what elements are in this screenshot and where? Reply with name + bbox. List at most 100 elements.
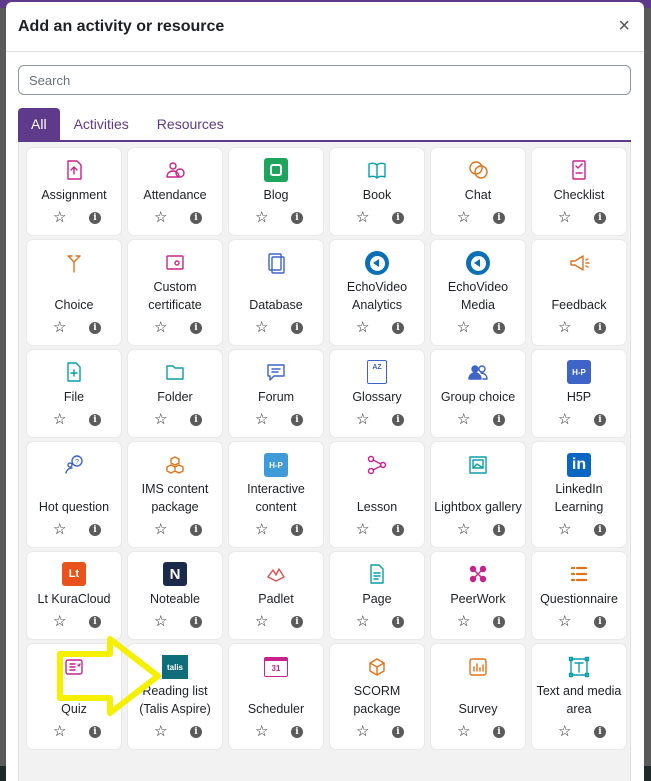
star-icon[interactable]: ☆: [558, 320, 571, 335]
info-icon[interactable]: i: [493, 616, 505, 628]
module-card-lesson[interactable]: Lesson ☆ i: [330, 442, 424, 547]
info-icon[interactable]: i: [594, 524, 606, 536]
info-icon[interactable]: i: [392, 414, 404, 426]
module-card-blog[interactable]: Blog ☆ i: [229, 148, 323, 235]
star-icon[interactable]: ☆: [356, 522, 369, 537]
info-icon[interactable]: i: [291, 414, 303, 426]
star-icon[interactable]: ☆: [154, 412, 167, 427]
module-card-feedback[interactable]: Feedback ☆ i: [532, 240, 626, 345]
star-icon[interactable]: ☆: [457, 320, 470, 335]
module-card-interactive-content[interactable]: H-P Interactive content ☆ i: [229, 442, 323, 547]
module-card-custom-certificate[interactable]: Custom certificate ☆ i: [128, 240, 222, 345]
star-icon[interactable]: ☆: [154, 724, 167, 739]
module-card-page[interactable]: Page ☆ i: [330, 552, 424, 639]
info-icon[interactable]: i: [594, 726, 606, 738]
close-icon[interactable]: ×: [618, 16, 630, 36]
info-icon[interactable]: i: [594, 322, 606, 334]
module-card-chat[interactable]: Chat ☆ i: [431, 148, 525, 235]
info-icon[interactable]: i: [190, 322, 202, 334]
module-card-folder[interactable]: Folder ☆ i: [128, 350, 222, 437]
info-icon[interactable]: i: [493, 212, 505, 224]
star-icon[interactable]: ☆: [255, 614, 268, 629]
info-icon[interactable]: i: [291, 524, 303, 536]
info-icon[interactable]: i: [493, 524, 505, 536]
info-icon[interactable]: i: [392, 616, 404, 628]
star-icon[interactable]: ☆: [154, 614, 167, 629]
star-icon[interactable]: ☆: [53, 614, 66, 629]
module-card-book[interactable]: Book ☆ i: [330, 148, 424, 235]
info-icon[interactable]: i: [89, 524, 101, 536]
star-icon[interactable]: ☆: [558, 724, 571, 739]
star-icon[interactable]: ☆: [356, 614, 369, 629]
module-card-padlet[interactable]: Padlet ☆ i: [229, 552, 323, 639]
module-card-h5p[interactable]: H-P H5P ☆ i: [532, 350, 626, 437]
module-card-forum[interactable]: Forum ☆ i: [229, 350, 323, 437]
module-card-scheduler[interactable]: 31 Scheduler ☆ i: [229, 644, 323, 749]
star-icon[interactable]: ☆: [53, 412, 66, 427]
star-icon[interactable]: ☆: [53, 210, 66, 225]
module-card-hot-question[interactable]: ? Hot question ☆ i: [27, 442, 121, 547]
star-icon[interactable]: ☆: [457, 522, 470, 537]
info-icon[interactable]: i: [190, 212, 202, 224]
star-icon[interactable]: ☆: [255, 724, 268, 739]
star-icon[interactable]: ☆: [356, 320, 369, 335]
module-card-file[interactable]: File ☆ i: [27, 350, 121, 437]
star-icon[interactable]: ☆: [255, 522, 268, 537]
star-icon[interactable]: ☆: [154, 210, 167, 225]
info-icon[interactable]: i: [291, 322, 303, 334]
info-icon[interactable]: i: [392, 524, 404, 536]
module-card-text-and-media-area[interactable]: Text and media area ☆ i: [532, 644, 626, 749]
info-icon[interactable]: i: [594, 616, 606, 628]
module-card-glossary[interactable]: AZ Glossary ☆ i: [330, 350, 424, 437]
star-icon[interactable]: ☆: [457, 412, 470, 427]
module-card-noteable[interactable]: N Noteable ☆ i: [128, 552, 222, 639]
info-icon[interactable]: i: [190, 524, 202, 536]
module-card-attendance[interactable]: Attendance ☆ i: [128, 148, 222, 235]
module-card-echovideo-analytics[interactable]: EchoVideo Analytics ☆ i: [330, 240, 424, 345]
info-icon[interactable]: i: [89, 414, 101, 426]
star-icon[interactable]: ☆: [255, 210, 268, 225]
star-icon[interactable]: ☆: [558, 210, 571, 225]
star-icon[interactable]: ☆: [255, 320, 268, 335]
star-icon[interactable]: ☆: [558, 522, 571, 537]
info-icon[interactable]: i: [190, 726, 202, 738]
module-card-checklist[interactable]: Checklist ☆ i: [532, 148, 626, 235]
info-icon[interactable]: i: [291, 616, 303, 628]
tab-resources[interactable]: Resources: [143, 108, 238, 140]
module-card-linkedin-learning[interactable]: in LinkedIn Learning ☆ i: [532, 442, 626, 547]
star-icon[interactable]: ☆: [356, 412, 369, 427]
star-icon[interactable]: ☆: [154, 320, 167, 335]
info-icon[interactable]: i: [392, 212, 404, 224]
info-icon[interactable]: i: [291, 726, 303, 738]
star-icon[interactable]: ☆: [457, 210, 470, 225]
tab-activities[interactable]: Activities: [60, 108, 143, 140]
module-card-questionnaire[interactable]: Questionnaire ☆ i: [532, 552, 626, 639]
info-icon[interactable]: i: [493, 726, 505, 738]
module-card-scorm-package[interactable]: SCORM package ☆ i: [330, 644, 424, 749]
module-card-lightbox-gallery[interactable]: Lightbox gallery ☆ i: [431, 442, 525, 547]
star-icon[interactable]: ☆: [457, 614, 470, 629]
info-icon[interactable]: i: [392, 726, 404, 738]
module-card-choice[interactable]: Choice ☆ i: [27, 240, 121, 345]
info-icon[interactable]: i: [89, 322, 101, 334]
star-icon[interactable]: ☆: [558, 614, 571, 629]
star-icon[interactable]: ☆: [457, 724, 470, 739]
info-icon[interactable]: i: [594, 414, 606, 426]
tab-all[interactable]: All: [18, 108, 60, 140]
star-icon[interactable]: ☆: [53, 724, 66, 739]
module-card-ims-content-package[interactable]: IMS content package ☆ i: [128, 442, 222, 547]
info-icon[interactable]: i: [190, 414, 202, 426]
star-icon[interactable]: ☆: [356, 210, 369, 225]
info-icon[interactable]: i: [291, 212, 303, 224]
module-card-lt-kuracloud[interactable]: Lt Lt KuraCloud ☆ i: [27, 552, 121, 639]
info-icon[interactable]: i: [392, 322, 404, 334]
info-icon[interactable]: i: [89, 212, 101, 224]
info-icon[interactable]: i: [594, 212, 606, 224]
star-icon[interactable]: ☆: [356, 724, 369, 739]
info-icon[interactable]: i: [493, 414, 505, 426]
star-icon[interactable]: ☆: [53, 522, 66, 537]
star-icon[interactable]: ☆: [558, 412, 571, 427]
info-icon[interactable]: i: [89, 616, 101, 628]
info-icon[interactable]: i: [89, 726, 101, 738]
module-card-peerwork[interactable]: PeerWork ☆ i: [431, 552, 525, 639]
